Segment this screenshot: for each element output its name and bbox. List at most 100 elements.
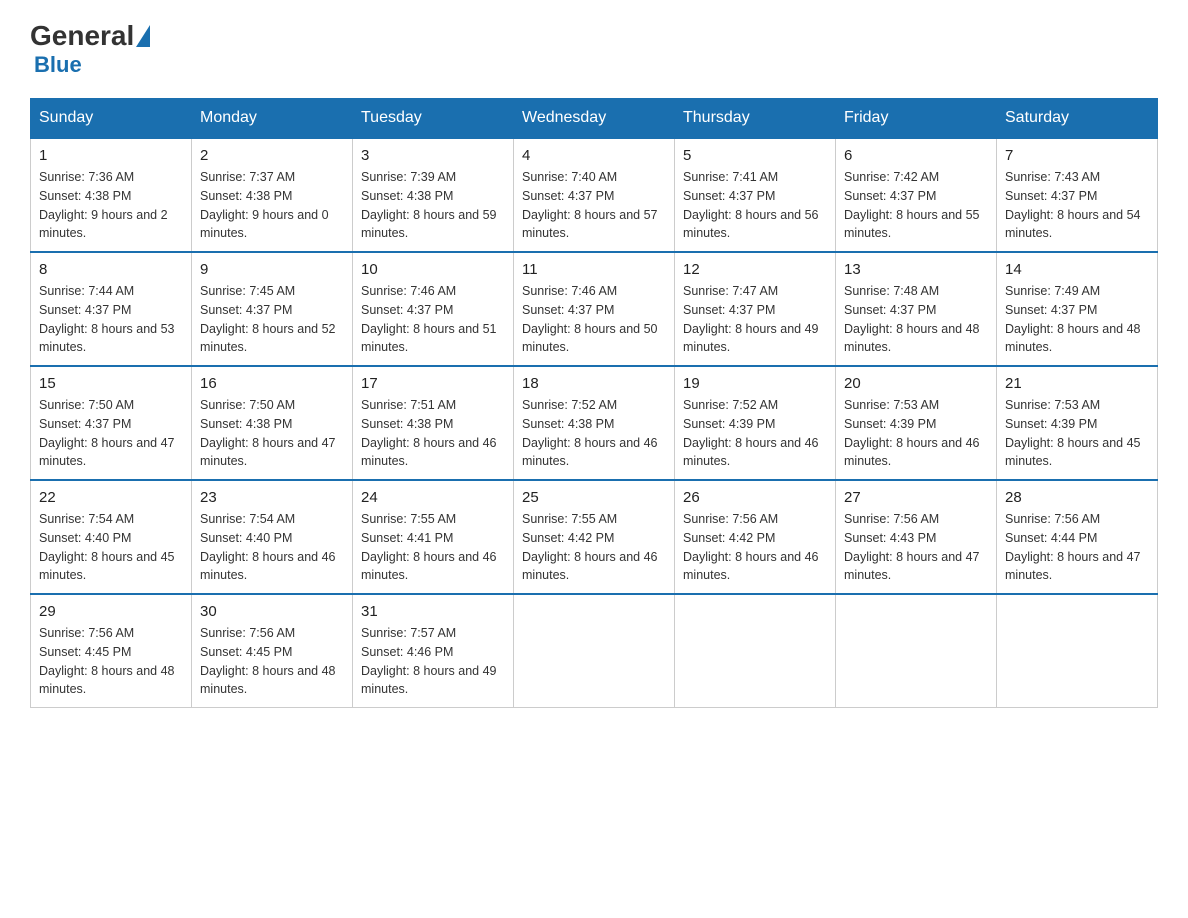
day-number: 11	[522, 261, 666, 278]
day-info: Sunrise: 7:54 AM Sunset: 4:40 PM Dayligh…	[39, 510, 183, 585]
day-info: Sunrise: 7:48 AM Sunset: 4:37 PM Dayligh…	[844, 282, 988, 357]
day-info: Sunrise: 7:39 AM Sunset: 4:38 PM Dayligh…	[361, 168, 505, 243]
day-info: Sunrise: 7:53 AM Sunset: 4:39 PM Dayligh…	[844, 396, 988, 471]
day-cell: 15 Sunrise: 7:50 AM Sunset: 4:37 PM Dayl…	[31, 366, 192, 480]
day-number: 20	[844, 375, 988, 392]
day-cell: 26 Sunrise: 7:56 AM Sunset: 4:42 PM Dayl…	[675, 480, 836, 594]
day-cell: 12 Sunrise: 7:47 AM Sunset: 4:37 PM Dayl…	[675, 252, 836, 366]
header-monday: Monday	[192, 99, 353, 139]
day-cell: 11 Sunrise: 7:46 AM Sunset: 4:37 PM Dayl…	[514, 252, 675, 366]
day-number: 12	[683, 261, 827, 278]
day-cell: 28 Sunrise: 7:56 AM Sunset: 4:44 PM Dayl…	[997, 480, 1158, 594]
header-saturday: Saturday	[997, 99, 1158, 139]
calendar-table: SundayMondayTuesdayWednesdayThursdayFrid…	[30, 98, 1158, 708]
day-number: 23	[200, 489, 344, 506]
day-info: Sunrise: 7:42 AM Sunset: 4:37 PM Dayligh…	[844, 168, 988, 243]
day-cell: 1 Sunrise: 7:36 AM Sunset: 4:38 PM Dayli…	[31, 138, 192, 252]
week-row-2: 8 Sunrise: 7:44 AM Sunset: 4:37 PM Dayli…	[31, 252, 1158, 366]
day-info: Sunrise: 7:46 AM Sunset: 4:37 PM Dayligh…	[522, 282, 666, 357]
days-header-row: SundayMondayTuesdayWednesdayThursdayFrid…	[31, 99, 1158, 139]
day-cell: 5 Sunrise: 7:41 AM Sunset: 4:37 PM Dayli…	[675, 138, 836, 252]
day-cell: 19 Sunrise: 7:52 AM Sunset: 4:39 PM Dayl…	[675, 366, 836, 480]
day-info: Sunrise: 7:54 AM Sunset: 4:40 PM Dayligh…	[200, 510, 344, 585]
day-cell: 22 Sunrise: 7:54 AM Sunset: 4:40 PM Dayl…	[31, 480, 192, 594]
header-sunday: Sunday	[31, 99, 192, 139]
logo-triangle-icon	[136, 25, 150, 47]
day-number: 6	[844, 147, 988, 164]
day-cell: 6 Sunrise: 7:42 AM Sunset: 4:37 PM Dayli…	[836, 138, 997, 252]
day-number: 8	[39, 261, 183, 278]
day-info: Sunrise: 7:56 AM Sunset: 4:42 PM Dayligh…	[683, 510, 827, 585]
day-number: 16	[200, 375, 344, 392]
day-number: 22	[39, 489, 183, 506]
day-number: 27	[844, 489, 988, 506]
header-thursday: Thursday	[675, 99, 836, 139]
day-cell: 21 Sunrise: 7:53 AM Sunset: 4:39 PM Dayl…	[997, 366, 1158, 480]
day-info: Sunrise: 7:56 AM Sunset: 4:44 PM Dayligh…	[1005, 510, 1149, 585]
day-cell: 9 Sunrise: 7:45 AM Sunset: 4:37 PM Dayli…	[192, 252, 353, 366]
day-cell: 14 Sunrise: 7:49 AM Sunset: 4:37 PM Dayl…	[997, 252, 1158, 366]
header-tuesday: Tuesday	[353, 99, 514, 139]
day-number: 17	[361, 375, 505, 392]
day-number: 30	[200, 603, 344, 620]
week-row-4: 22 Sunrise: 7:54 AM Sunset: 4:40 PM Dayl…	[31, 480, 1158, 594]
day-info: Sunrise: 7:55 AM Sunset: 4:42 PM Dayligh…	[522, 510, 666, 585]
day-info: Sunrise: 7:44 AM Sunset: 4:37 PM Dayligh…	[39, 282, 183, 357]
day-number: 15	[39, 375, 183, 392]
day-info: Sunrise: 7:36 AM Sunset: 4:38 PM Dayligh…	[39, 168, 183, 243]
day-info: Sunrise: 7:55 AM Sunset: 4:41 PM Dayligh…	[361, 510, 505, 585]
day-info: Sunrise: 7:50 AM Sunset: 4:38 PM Dayligh…	[200, 396, 344, 471]
header-friday: Friday	[836, 99, 997, 139]
day-number: 29	[39, 603, 183, 620]
day-info: Sunrise: 7:52 AM Sunset: 4:39 PM Dayligh…	[683, 396, 827, 471]
day-number: 10	[361, 261, 505, 278]
header-wednesday: Wednesday	[514, 99, 675, 139]
day-cell: 16 Sunrise: 7:50 AM Sunset: 4:38 PM Dayl…	[192, 366, 353, 480]
day-cell: 27 Sunrise: 7:56 AM Sunset: 4:43 PM Dayl…	[836, 480, 997, 594]
day-cell	[836, 594, 997, 708]
day-number: 18	[522, 375, 666, 392]
day-cell	[675, 594, 836, 708]
day-cell: 24 Sunrise: 7:55 AM Sunset: 4:41 PM Dayl…	[353, 480, 514, 594]
day-cell	[514, 594, 675, 708]
day-info: Sunrise: 7:56 AM Sunset: 4:43 PM Dayligh…	[844, 510, 988, 585]
day-info: Sunrise: 7:40 AM Sunset: 4:37 PM Dayligh…	[522, 168, 666, 243]
logo: General Blue	[30, 20, 152, 78]
day-info: Sunrise: 7:57 AM Sunset: 4:46 PM Dayligh…	[361, 624, 505, 699]
day-number: 31	[361, 603, 505, 620]
day-cell: 7 Sunrise: 7:43 AM Sunset: 4:37 PM Dayli…	[997, 138, 1158, 252]
day-info: Sunrise: 7:53 AM Sunset: 4:39 PM Dayligh…	[1005, 396, 1149, 471]
day-cell: 2 Sunrise: 7:37 AM Sunset: 4:38 PM Dayli…	[192, 138, 353, 252]
day-number: 25	[522, 489, 666, 506]
day-info: Sunrise: 7:49 AM Sunset: 4:37 PM Dayligh…	[1005, 282, 1149, 357]
day-info: Sunrise: 7:41 AM Sunset: 4:37 PM Dayligh…	[683, 168, 827, 243]
day-number: 4	[522, 147, 666, 164]
day-cell: 31 Sunrise: 7:57 AM Sunset: 4:46 PM Dayl…	[353, 594, 514, 708]
day-info: Sunrise: 7:46 AM Sunset: 4:37 PM Dayligh…	[361, 282, 505, 357]
week-row-3: 15 Sunrise: 7:50 AM Sunset: 4:37 PM Dayl…	[31, 366, 1158, 480]
day-number: 28	[1005, 489, 1149, 506]
day-info: Sunrise: 7:51 AM Sunset: 4:38 PM Dayligh…	[361, 396, 505, 471]
day-cell: 30 Sunrise: 7:56 AM Sunset: 4:45 PM Dayl…	[192, 594, 353, 708]
day-number: 9	[200, 261, 344, 278]
day-info: Sunrise: 7:56 AM Sunset: 4:45 PM Dayligh…	[200, 624, 344, 699]
day-cell: 29 Sunrise: 7:56 AM Sunset: 4:45 PM Dayl…	[31, 594, 192, 708]
day-cell: 17 Sunrise: 7:51 AM Sunset: 4:38 PM Dayl…	[353, 366, 514, 480]
day-cell: 25 Sunrise: 7:55 AM Sunset: 4:42 PM Dayl…	[514, 480, 675, 594]
day-cell: 18 Sunrise: 7:52 AM Sunset: 4:38 PM Dayl…	[514, 366, 675, 480]
page-header: General Blue	[30, 20, 1158, 78]
day-number: 26	[683, 489, 827, 506]
day-cell	[997, 594, 1158, 708]
day-info: Sunrise: 7:43 AM Sunset: 4:37 PM Dayligh…	[1005, 168, 1149, 243]
day-cell: 23 Sunrise: 7:54 AM Sunset: 4:40 PM Dayl…	[192, 480, 353, 594]
day-number: 5	[683, 147, 827, 164]
day-cell: 20 Sunrise: 7:53 AM Sunset: 4:39 PM Dayl…	[836, 366, 997, 480]
day-cell: 8 Sunrise: 7:44 AM Sunset: 4:37 PM Dayli…	[31, 252, 192, 366]
day-number: 13	[844, 261, 988, 278]
day-number: 3	[361, 147, 505, 164]
day-info: Sunrise: 7:52 AM Sunset: 4:38 PM Dayligh…	[522, 396, 666, 471]
week-row-1: 1 Sunrise: 7:36 AM Sunset: 4:38 PM Dayli…	[31, 138, 1158, 252]
week-row-5: 29 Sunrise: 7:56 AM Sunset: 4:45 PM Dayl…	[31, 594, 1158, 708]
day-number: 19	[683, 375, 827, 392]
day-number: 7	[1005, 147, 1149, 164]
